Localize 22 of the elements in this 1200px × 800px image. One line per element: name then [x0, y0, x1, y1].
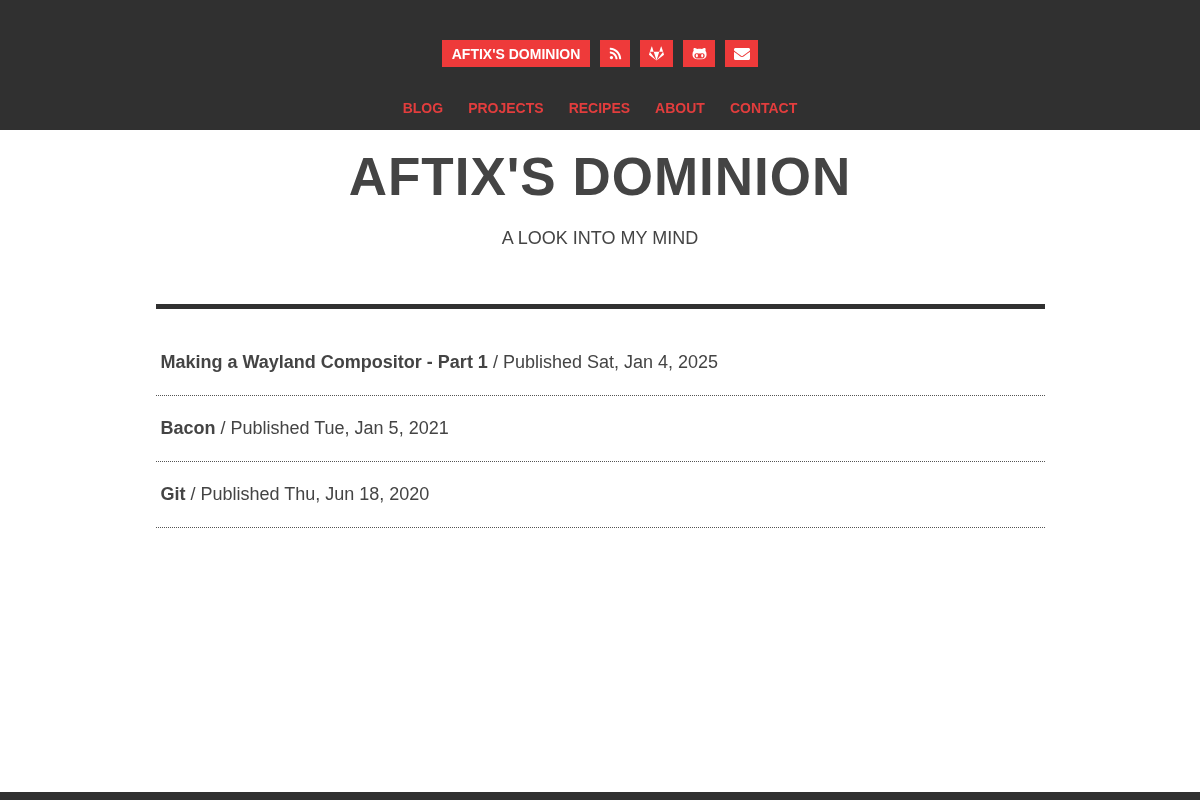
- post-title-link[interactable]: Bacon: [160, 418, 216, 439]
- post-date: / Published Thu, Jun 18, 2020: [190, 484, 430, 505]
- site-title: AFTIX'S DOMINION: [347, 146, 853, 208]
- cat-icon: [691, 46, 707, 61]
- post-date: / Published Sat, Jan 4, 2025: [492, 352, 719, 373]
- fox-icon: [649, 46, 665, 61]
- rss-icon: [608, 47, 622, 60]
- fox-button[interactable]: [640, 40, 674, 67]
- brand-link[interactable]: AFTIX'S DOMINION: [441, 40, 591, 67]
- mail-button[interactable]: [725, 40, 759, 67]
- envelope-icon: [733, 45, 750, 62]
- site-tagline: A LOOK INTO MY MIND: [500, 227, 700, 249]
- rss-button[interactable]: [600, 40, 631, 67]
- nav-link[interactable]: BLOG: [402, 100, 444, 117]
- cat-button[interactable]: [683, 40, 716, 67]
- post-title-link[interactable]: Git: [160, 484, 186, 505]
- nav-link[interactable]: RECIPES: [568, 100, 631, 117]
- nav-link[interactable]: ABOUT: [655, 100, 705, 117]
- nav-link[interactable]: PROJECTS: [468, 100, 544, 117]
- post-date: / Published Tue, Jan 5, 2021: [220, 418, 449, 439]
- nav-link[interactable]: CONTACT: [729, 100, 798, 117]
- post-title-link[interactable]: Making a Wayland Compositor - Part 1: [160, 352, 488, 373]
